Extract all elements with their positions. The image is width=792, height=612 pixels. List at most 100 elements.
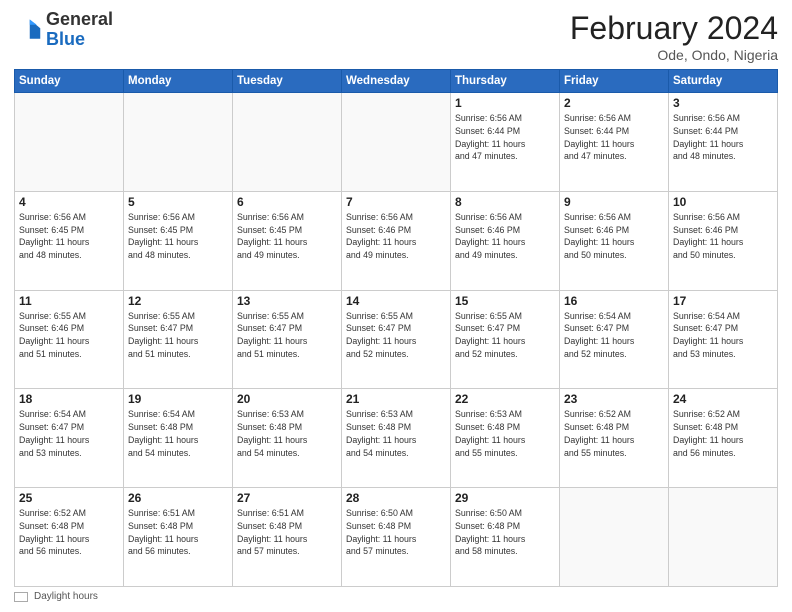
day-info: Sunrise: 6:54 AM Sunset: 6:47 PM Dayligh… [19, 408, 119, 459]
day-cell: 15Sunrise: 6:55 AM Sunset: 6:47 PM Dayli… [451, 290, 560, 389]
header: General Blue February 2024 Ode, Ondo, Ni… [14, 10, 778, 63]
day-cell [124, 93, 233, 192]
page: General Blue February 2024 Ode, Ondo, Ni… [0, 0, 792, 612]
day-number: 17 [673, 294, 773, 308]
calendar: SundayMondayTuesdayWednesdayThursdayFrid… [14, 69, 778, 587]
day-number: 1 [455, 96, 555, 110]
day-info: Sunrise: 6:56 AM Sunset: 6:45 PM Dayligh… [128, 211, 228, 262]
day-number: 7 [346, 195, 446, 209]
day-info: Sunrise: 6:50 AM Sunset: 6:48 PM Dayligh… [346, 507, 446, 558]
day-cell: 23 Sunrise: 6:52 AM Sunset: 6:48 PM Dayli… [560, 389, 669, 488]
day-cell: 24 Sunrise: 6:52 AM Sunset: 6:48 PM Dayli… [669, 389, 778, 488]
day-info: Sunrise: 6:54 AM Sunset: 6:47 PM Dayligh… [564, 310, 664, 361]
day-cell: 16 Sunrise: 6:54 AM Sunset: 6:47 PM Dayli… [560, 290, 669, 389]
week-row-2: 4 Sunrise: 6:56 AM Sunset: 6:45 PM Daylig… [15, 191, 778, 290]
day-number: 16 [564, 294, 664, 308]
logo: General Blue [14, 10, 113, 50]
legend-box [14, 592, 28, 602]
day-info: Sunrise: 6:56 AM Sunset: 6:45 PM Dayligh… [237, 211, 337, 262]
logo-text: General Blue [46, 10, 113, 50]
day-cell: 7 Sunrise: 6:56 AM Sunset: 6:46 PM Daylig… [342, 191, 451, 290]
day-number: 28 [346, 491, 446, 505]
weekday-header-tuesday: Tuesday [233, 70, 342, 93]
day-cell [669, 488, 778, 587]
title-block: February 2024 Ode, Ondo, Nigeria [570, 10, 778, 63]
day-cell: 27 Sunrise: 6:51 AM Sunset: 6:48 PM Dayli… [233, 488, 342, 587]
day-number: 27 [237, 491, 337, 505]
day-number: 11 [19, 294, 119, 308]
day-number: 13 [237, 294, 337, 308]
day-number: 3 [673, 96, 773, 110]
weekday-header-thursday: Thursday [451, 70, 560, 93]
day-number: 9 [564, 195, 664, 209]
day-cell: 6 Sunrise: 6:56 AM Sunset: 6:45 PM Daylig… [233, 191, 342, 290]
day-info: Sunrise: 6:54 AM Sunset: 6:48 PM Dayligh… [128, 408, 228, 459]
day-cell: 2 Sunrise: 6:56 AM Sunset: 6:44 PM Daylig… [560, 93, 669, 192]
day-cell [560, 488, 669, 587]
day-cell: 14 Sunrise: 6:55 AM Sunset: 6:47 PM Dayli… [342, 290, 451, 389]
day-cell: 5 Sunrise: 6:56 AM Sunset: 6:45 PM Daylig… [124, 191, 233, 290]
day-info: Sunrise: 6:56 AM Sunset: 6:44 PM Dayligh… [564, 112, 664, 163]
day-number: 14 [346, 294, 446, 308]
weekday-header-wednesday: Wednesday [342, 70, 451, 93]
day-info: Sunrise: 6:56 AM Sunset: 6:44 PM Dayligh… [673, 112, 773, 163]
logo-general: General [46, 9, 113, 29]
day-info: Sunrise: 6:52 AM Sunset: 6:48 PM Dayligh… [673, 408, 773, 459]
weekday-header-monday: Monday [124, 70, 233, 93]
day-cell [233, 93, 342, 192]
day-cell: 3 Sunrise: 6:56 AM Sunset: 6:44 PM Daylig… [669, 93, 778, 192]
day-cell: 29 Sunrise: 6:50 AM Sunset: 6:48 PM Dayli… [451, 488, 560, 587]
day-number: 18 [19, 392, 119, 406]
day-number: 5 [128, 195, 228, 209]
day-info: Sunrise: 6:56 AM Sunset: 6:44 PM Dayligh… [455, 112, 555, 163]
day-cell: 1 Sunrise: 6:56 AM Sunset: 6:44 PM Daylig… [451, 93, 560, 192]
day-info: Sunrise: 6:51 AM Sunset: 6:48 PM Dayligh… [128, 507, 228, 558]
day-info: Sunrise: 6:52 AM Sunset: 6:48 PM Dayligh… [564, 408, 664, 459]
legend-label: Daylight hours [34, 591, 98, 602]
day-info: Sunrise: 6:55 AM Sunset: 6:46 PM Dayligh… [19, 310, 119, 361]
day-number: 8 [455, 195, 555, 209]
day-info: Sunrise: 6:56 AM Sunset: 6:46 PM Dayligh… [673, 211, 773, 262]
location: Ode, Ondo, Nigeria [570, 47, 778, 63]
day-number: 15 [455, 294, 555, 308]
day-cell: 11 Sunrise: 6:55 AM Sunset: 6:46 PM Dayli… [15, 290, 124, 389]
day-cell: 18 Sunrise: 6:54 AM Sunset: 6:47 PM Dayli… [15, 389, 124, 488]
day-cell [15, 93, 124, 192]
day-info: Sunrise: 6:55 AM Sunset: 6:47 PM Dayligh… [237, 310, 337, 361]
day-number: 21 [346, 392, 446, 406]
day-info: Sunrise: 6:50 AM Sunset: 6:48 PM Dayligh… [455, 507, 555, 558]
day-cell: 12 Sunrise: 6:55 AM Sunset: 6:47 PM Dayli… [124, 290, 233, 389]
logo-blue: Blue [46, 29, 85, 49]
day-info: Sunrise: 6:55 AM Sunset: 6:47 PM Dayligh… [128, 310, 228, 361]
day-number: 20 [237, 392, 337, 406]
day-cell [342, 93, 451, 192]
day-cell: 25Sunrise: 6:52 AM Sunset: 6:48 PM Dayli… [15, 488, 124, 587]
day-info: Sunrise: 6:54 AM Sunset: 6:47 PM Dayligh… [673, 310, 773, 361]
day-cell: 9Sunrise: 6:56 AM Sunset: 6:46 PM Daylig… [560, 191, 669, 290]
day-info: Sunrise: 6:51 AM Sunset: 6:48 PM Dayligh… [237, 507, 337, 558]
weekday-header-sunday: Sunday [15, 70, 124, 93]
day-cell: 17 Sunrise: 6:54 AM Sunset: 6:47 PM Dayli… [669, 290, 778, 389]
day-number: 23 [564, 392, 664, 406]
day-number: 29 [455, 491, 555, 505]
day-number: 4 [19, 195, 119, 209]
day-info: Sunrise: 6:56 AM Sunset: 6:46 PM Dayligh… [346, 211, 446, 262]
weekday-header-friday: Friday [560, 70, 669, 93]
weekday-header-saturday: Saturday [669, 70, 778, 93]
day-cell: 22Sunrise: 6:53 AM Sunset: 6:48 PM Dayli… [451, 389, 560, 488]
day-info: Sunrise: 6:55 AM Sunset: 6:47 PM Dayligh… [346, 310, 446, 361]
day-number: 12 [128, 294, 228, 308]
day-info: Sunrise: 6:53 AM Sunset: 6:48 PM Dayligh… [237, 408, 337, 459]
week-row-5: 25Sunrise: 6:52 AM Sunset: 6:48 PM Dayli… [15, 488, 778, 587]
day-info: Sunrise: 6:56 AM Sunset: 6:46 PM Dayligh… [455, 211, 555, 262]
day-info: Sunrise: 6:52 AM Sunset: 6:48 PM Dayligh… [19, 507, 119, 558]
logo-icon [14, 16, 42, 44]
day-cell: 10 Sunrise: 6:56 AM Sunset: 6:46 PM Dayli… [669, 191, 778, 290]
day-number: 2 [564, 96, 664, 110]
day-number: 6 [237, 195, 337, 209]
day-number: 10 [673, 195, 773, 209]
day-cell: 28 Sunrise: 6:50 AM Sunset: 6:48 PM Dayli… [342, 488, 451, 587]
day-info: Sunrise: 6:53 AM Sunset: 6:48 PM Dayligh… [455, 408, 555, 459]
day-cell: 21Sunrise: 6:53 AM Sunset: 6:48 PM Dayli… [342, 389, 451, 488]
day-number: 24 [673, 392, 773, 406]
